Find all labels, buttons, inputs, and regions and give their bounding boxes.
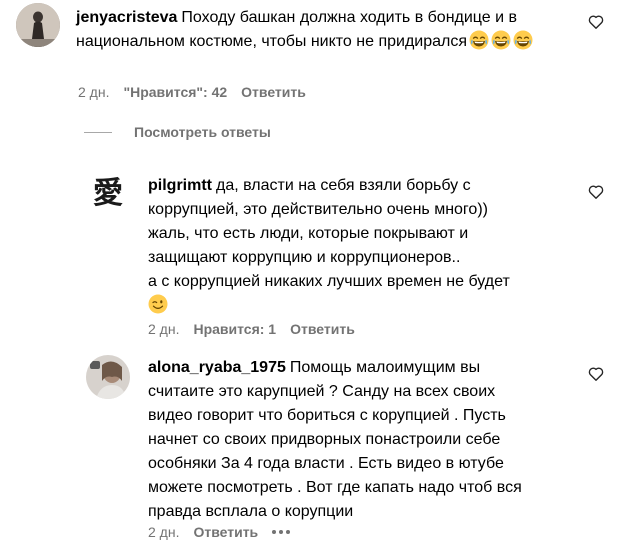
reply-button[interactable]: Ответить xyxy=(193,524,258,540)
comment-time: 2 дн. xyxy=(148,524,180,540)
replies-divider-line xyxy=(84,131,112,133)
avatar-image-icon xyxy=(16,3,60,47)
comment-line: видео говорит что бориться с корупцией .… xyxy=(148,407,506,424)
like-heart-icon[interactable] xyxy=(588,14,604,30)
comment-line: а с коррупцией никаких лучших времен не … xyxy=(148,273,510,290)
tears-of-joy-emoji-icon xyxy=(469,30,490,50)
comment-meta: 2 дн. "Нравится": 42 Ответить xyxy=(78,84,320,100)
comment-meta: 2 дн. Нравится: 1 Ответить xyxy=(148,321,369,337)
avatar[interactable] xyxy=(16,3,60,47)
comment-line: жаль, что есть люди, которые покрывают и xyxy=(148,225,469,242)
comment-line: да, власти на себя взяли борьбу с xyxy=(216,177,471,194)
comment-username[interactable]: alona_ryaba_1975 xyxy=(148,359,286,376)
comment-time: 2 дн. xyxy=(148,321,180,337)
comment-line: можете посмотреть . Вот где капать надо … xyxy=(148,479,522,496)
avatar-glyph: 愛 xyxy=(93,176,123,211)
comment-username[interactable]: pilgrimtt xyxy=(148,177,212,194)
comment-time: 2 дн. xyxy=(78,84,110,100)
comment-line: защищают коррупцию и коррупционеров.. xyxy=(148,249,461,266)
avatar[interactable]: 愛 xyxy=(86,170,130,214)
comment-line: Помощь малоимущим вы xyxy=(289,359,481,376)
likes-count[interactable]: "Нравится": 42 xyxy=(123,84,227,100)
comment-line: коррупцией, это действительно очень мног… xyxy=(148,201,488,218)
view-replies-button[interactable]: Посмотреть ответы xyxy=(84,124,271,140)
comment-text: jenyacristeva Походу башкан должна ходить… xyxy=(76,6,581,54)
avatar[interactable] xyxy=(86,355,130,399)
comment-line: начнет со своих придворных понастроили с… xyxy=(148,431,501,448)
wink-emoji-icon xyxy=(148,294,168,314)
comment-text: alona_ryaba_1975 Помощь малоимущим вы счи… xyxy=(148,356,578,524)
view-replies-label: Посмотреть ответы xyxy=(134,124,271,140)
more-options-icon[interactable] xyxy=(272,530,291,534)
tears-of-joy-emoji-icon xyxy=(491,30,512,50)
tears-of-joy-emoji-icon xyxy=(513,30,534,50)
comment-line: считаите это карупцией ? Санду на всех с… xyxy=(148,383,496,400)
calligraphy-avatar-icon: 愛 xyxy=(86,170,130,214)
avatar-image-icon xyxy=(86,355,130,399)
comment-line: особняки За 4 года власти . Есть видео в… xyxy=(148,455,504,472)
comment-text: pilgrimtt да, власти на себя взяли борьбу… xyxy=(148,174,568,319)
like-heart-icon[interactable] xyxy=(588,366,604,382)
reply-button[interactable]: Ответить xyxy=(241,84,306,100)
like-heart-icon[interactable] xyxy=(588,184,604,200)
reply-button[interactable]: Ответить xyxy=(290,321,355,337)
comment-meta: 2 дн. Ответить xyxy=(148,524,304,540)
likes-count[interactable]: Нравится: 1 xyxy=(193,321,276,337)
comment-username[interactable]: jenyacristeva xyxy=(76,9,177,26)
comment-line: правда всплала о корупции xyxy=(148,503,354,520)
